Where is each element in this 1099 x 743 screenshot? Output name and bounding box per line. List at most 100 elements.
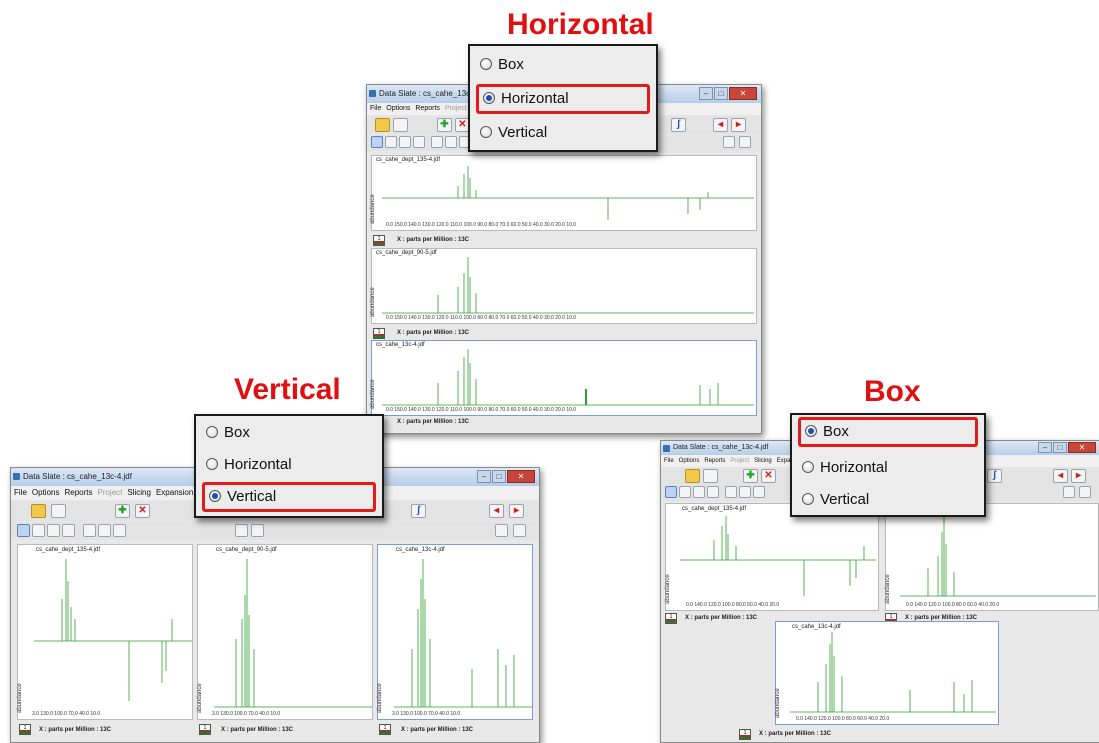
minimize-button[interactable]: – [699,87,713,100]
peak-icon[interactable] [753,486,765,498]
menu-slicing[interactable]: Slicing [754,458,772,464]
spectrum-panel-dept135[interactable]: cs_cahe_dept_135-4.jdf abundance 0.0 150… [370,155,757,231]
option-box[interactable]: Box [798,417,978,447]
phase-icon[interactable] [431,136,443,148]
pointer-icon[interactable] [62,524,75,537]
option-label: Box [498,56,524,73]
arrow-left-icon[interactable]: ◂ [713,118,728,132]
pointer-icon[interactable] [707,486,719,498]
open-icon[interactable] [51,504,66,518]
x-axis-ticks: 3.0 130.0 100.0 70.0 40.0 10.0 [392,711,461,717]
zoom-icon[interactable] [399,136,411,148]
spectrum-panel-13c[interactable]: cs_cahe_13c-4.jdf abundance 0.0 150.0 14… [370,340,757,416]
option-box[interactable]: Box [202,420,376,446]
peak-icon[interactable] [113,524,126,537]
menu-reports[interactable]: Reports [415,105,440,112]
integral-icon[interactable]: ʃ [671,118,686,132]
close-icon[interactable]: ✕ [135,504,150,518]
menu-file[interactable]: File [370,105,381,112]
spectrum-panel-dept90[interactable]: cs_cahe_dept_90-5.jdf abundance 3.0 130.… [197,544,373,720]
folder-icon[interactable] [375,118,390,132]
minimize-button[interactable]: – [1038,442,1052,453]
close-window-button[interactable]: ✕ [507,470,535,483]
fit-icon[interactable] [513,524,526,537]
phase-icon[interactable] [725,486,737,498]
arrow-left-icon[interactable]: ◂ [489,504,504,518]
arrow-right-icon[interactable]: ▸ [1071,469,1086,483]
plus-icon[interactable]: ✚ [437,118,452,132]
menu-expansion[interactable]: Expansion [156,488,193,497]
fit-icon[interactable] [1079,486,1091,498]
plus-icon[interactable]: ✚ [115,504,130,518]
menu-file[interactable]: File [664,458,674,464]
shift-icon[interactable] [723,136,735,148]
radio-icon [480,58,492,70]
menu-options[interactable]: Options [32,488,60,497]
arrow-right-icon[interactable]: ▸ [509,504,524,518]
option-vertical[interactable]: Vertical [202,482,376,512]
option-vertical[interactable]: Vertical [476,120,650,146]
menu-file[interactable]: File [14,488,27,497]
spectrum-panel-dept90[interactable]: cs_cahe_dept_90-5.jdf abundance 0.0 150.… [370,248,757,324]
maximize-button[interactable]: □ [1053,442,1067,453]
cursor-icon[interactable] [665,486,677,498]
arrow-right-icon[interactable]: ▸ [731,118,746,132]
maximize-button[interactable]: □ [492,470,506,483]
menu-options[interactable]: Options [679,458,700,464]
folder-icon[interactable] [685,469,700,483]
integral-icon[interactable]: ʃ [987,469,1002,483]
zoom-icon[interactable] [47,524,60,537]
spectrum-panel-13c[interactable]: cs_cahe_13c-4.jdf abundance 0.0 140.0 12… [775,621,999,725]
menu-project[interactable]: Project [445,105,467,112]
fit-icon[interactable] [739,136,751,148]
spectrum-flag-icon[interactable]: 1 [199,724,211,735]
spectrum-panel-dept90[interactable]: abundance 0.0 140.0 120.0 100.0 80.0 60.… [885,503,1099,611]
minimize-button[interactable]: – [477,470,491,483]
spectrum-flag-icon[interactable]: 1 [739,729,751,740]
cursor-icon[interactable] [17,524,30,537]
menu-project[interactable]: Project [97,488,122,497]
option-horizontal[interactable]: Horizontal [798,455,978,481]
zoom-icon[interactable] [693,486,705,498]
spectrum-panel-dept135[interactable]: cs_cahe_dept_135-4.jdf abundance 0.0 140… [665,503,879,611]
spectrum-panel-dept135[interactable]: cs_cahe_dept_135-4.jdf abundance 3.0 130… [17,544,193,720]
phase-icon[interactable] [83,524,96,537]
hand-icon[interactable] [679,486,691,498]
play-icon[interactable] [98,524,111,537]
hand-icon[interactable] [385,136,397,148]
spectrum-flag-icon[interactable]: 1 [379,724,391,735]
play-icon[interactable] [445,136,457,148]
cursor-icon[interactable] [371,136,383,148]
option-horizontal[interactable]: Horizontal [202,452,376,478]
menu-options[interactable]: Options [386,105,410,112]
spectrum-flag-icon[interactable]: 1 [665,613,677,624]
hand-icon[interactable] [32,524,45,537]
menu-slicing[interactable]: Slicing [127,488,151,497]
maximize-button[interactable]: □ [714,87,728,100]
menu-project[interactable]: Project [730,458,749,464]
menu-reports[interactable]: Reports [704,458,725,464]
close-window-button[interactable]: ✕ [729,87,757,100]
plus-icon[interactable]: ✚ [743,469,758,483]
spectrum-flag-icon[interactable]: 1 [373,235,385,246]
open-icon[interactable] [393,118,408,132]
shift-icon[interactable] [1063,486,1075,498]
spectrum-flag-icon[interactable]: 1 [373,328,385,339]
option-vertical[interactable]: Vertical [798,487,978,513]
menu-reports[interactable]: Reports [64,488,92,497]
option-horizontal[interactable]: Horizontal [476,84,650,114]
folder-icon[interactable] [31,504,46,518]
close-icon[interactable]: ✕ [761,469,776,483]
arrow-left-icon[interactable]: ◂ [1053,469,1068,483]
pointer-icon[interactable] [413,136,425,148]
open-icon[interactable] [703,469,718,483]
integral-icon[interactable]: ʃ [411,504,426,518]
close-window-button[interactable]: ✕ [1068,442,1096,453]
box-view-icon[interactable] [235,524,248,537]
option-box[interactable]: Box [476,52,650,78]
spectrum-flag-icon[interactable]: 1 [19,724,31,735]
shift-icon[interactable] [495,524,508,537]
spectrum-panel-13c[interactable]: cs_cahe_13c-4.jdf abundance 3.0 130.0 10… [377,544,533,720]
grid-view-icon[interactable] [251,524,264,537]
play-icon[interactable] [739,486,751,498]
